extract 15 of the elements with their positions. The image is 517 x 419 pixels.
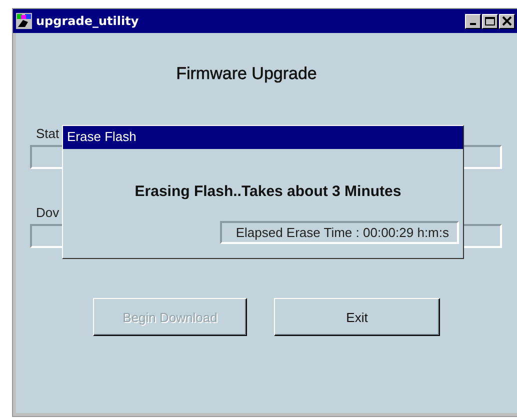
maximize-button[interactable] [482,14,498,28]
maximize-icon [484,16,496,26]
app-icon [16,13,32,29]
heading: Firmware Upgrade [175,64,318,84]
window-title: upgrade_utility [36,14,140,28]
field-label: Dov [36,205,60,220]
minimize-icon [470,23,476,25]
dialog-title: Erase Flash [63,126,463,149]
close-icon [501,16,513,26]
dialog-message: Erasing Flash..Takes about 3 Minutes [134,183,402,200]
close-button[interactable] [499,14,515,28]
field-label: Stat [36,126,60,141]
minimize-button[interactable] [465,14,481,28]
elapsed-time: Elapsed Erase Time : 00:00:29 h:m:s [220,221,459,244]
exit-button[interactable]: Exit [274,298,440,336]
